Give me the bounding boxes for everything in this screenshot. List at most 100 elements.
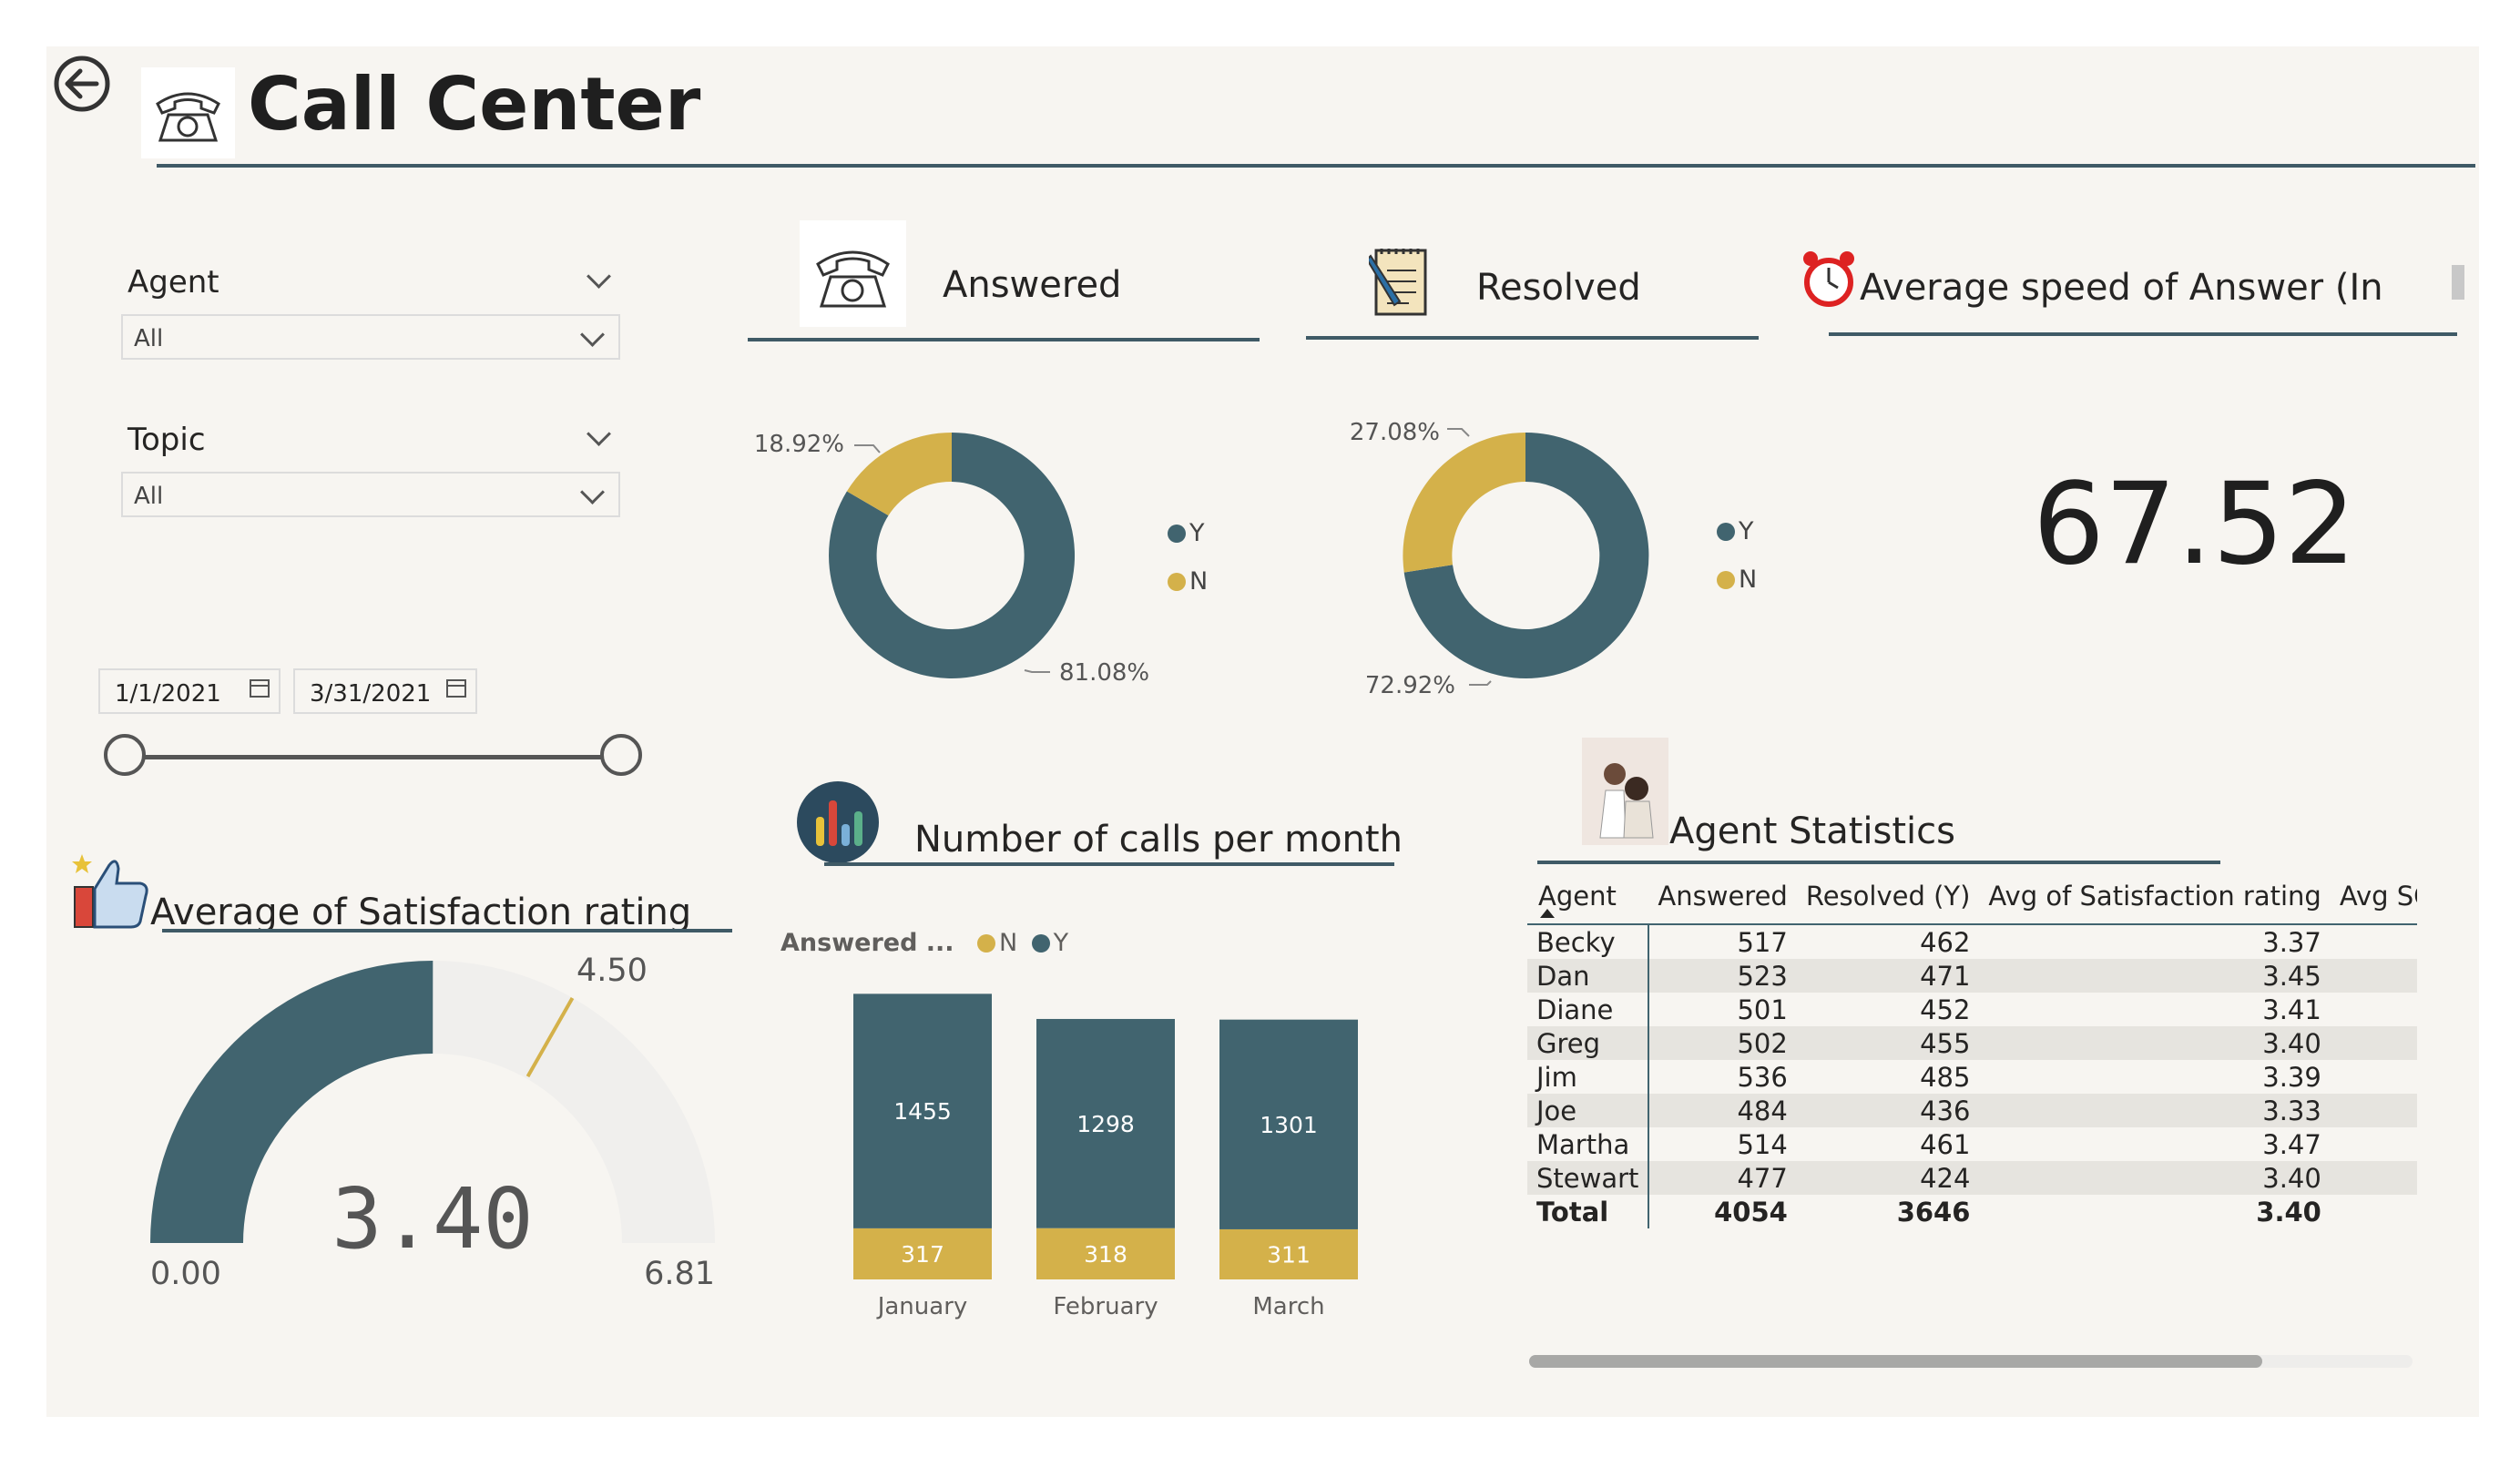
resolved-cell: 424 bbox=[1796, 1161, 1980, 1195]
notepad-icon bbox=[1369, 249, 1427, 316]
table-row[interactable]: Joe 484 436 3.33 bbox=[1527, 1094, 2417, 1127]
resolved-pct-n: 27.08% bbox=[1350, 419, 1440, 446]
column-header-avg-satisfaction[interactable]: Avg of Satisfaction rating bbox=[1979, 869, 2330, 924]
satisfaction-cell: 3.47 bbox=[2262, 1128, 2321, 1160]
avg-sc-cell bbox=[2331, 1195, 2417, 1228]
answered-cell: 477 bbox=[1648, 1161, 1797, 1195]
legend-dot bbox=[1168, 525, 1186, 543]
agent-name-cell: Dan bbox=[1527, 959, 1650, 993]
legend-label: N bbox=[1739, 565, 1758, 594]
resolved-title: Resolved bbox=[1476, 267, 1641, 309]
agent-stats-divider bbox=[1537, 861, 2220, 864]
column-header-agent[interactable]: Agent bbox=[1527, 869, 1648, 924]
calendar-icon[interactable] bbox=[250, 679, 270, 698]
agent-slicer-label: Agent bbox=[128, 264, 219, 301]
table-row[interactable]: Stewart 477 424 3.40 bbox=[1527, 1161, 2417, 1195]
start-date-value: 1/1/2021 bbox=[115, 680, 221, 708]
calls-bar-chart: 317 1455 January 318 1298 February 311 1301 Marc… bbox=[853, 993, 1358, 1320]
agent-stats-title: Agent Statistics bbox=[1669, 810, 1955, 852]
back-arrow-icon[interactable] bbox=[53, 55, 111, 113]
agent-photo bbox=[1582, 738, 1668, 845]
satisfaction-cell: 3.39 bbox=[2262, 1061, 2321, 1093]
satisfaction-cell: 3.37 bbox=[2262, 926, 2321, 958]
telephone-icon bbox=[800, 220, 906, 327]
bar-data-label: 1455 bbox=[893, 1098, 952, 1125]
date-slider-end-handle[interactable] bbox=[600, 734, 642, 776]
total-satisfaction-cell: 3.40 bbox=[2256, 1196, 2321, 1228]
table-total-row: Total 4054 3646 3.40 bbox=[1527, 1195, 2417, 1228]
agent-name-cell: Greg bbox=[1527, 1026, 1650, 1060]
satisfaction-title: Average of Satisfaction rating bbox=[150, 892, 692, 933]
legend-dot bbox=[1168, 573, 1186, 591]
resolved-legend-n: N bbox=[1717, 565, 1757, 594]
total-resolved-cell: 3646 bbox=[1896, 1196, 1971, 1228]
legend-label: Y bbox=[1739, 517, 1754, 545]
chevron-down-icon bbox=[580, 322, 605, 347]
avg-sc-cell bbox=[2330, 959, 2417, 993]
scrollbar-thumb[interactable] bbox=[1529, 1355, 2262, 1368]
bar-data-label: 318 bbox=[1084, 1241, 1127, 1268]
legend-dot bbox=[1031, 934, 1050, 953]
x-axis-tick-label: January bbox=[876, 1293, 968, 1320]
agent-stats-table-viewport: Agent Answered Resolved (Y) Avg of Satis… bbox=[1527, 869, 2417, 1242]
end-date-input[interactable]: 3/31/2021 bbox=[293, 668, 477, 714]
date-slider-track bbox=[128, 755, 624, 759]
gauge-max: 6.81 bbox=[644, 1256, 715, 1292]
column-header-resolved[interactable]: Resolved (Y) bbox=[1797, 869, 1980, 924]
legend-label: Y bbox=[1053, 929, 1069, 957]
table-row[interactable]: Dan 523 471 3.45 bbox=[1527, 959, 2417, 993]
scrollbar-thumb[interactable] bbox=[2452, 265, 2464, 300]
gauge-target: 4.50 bbox=[576, 953, 648, 989]
legend-label: N bbox=[1189, 567, 1209, 596]
resolved-cell: 471 bbox=[1796, 959, 1980, 993]
table-row[interactable]: Martha 514 461 3.47 bbox=[1527, 1127, 2417, 1161]
column-header-avg-sc[interactable]: Avg SC bbox=[2331, 869, 2417, 924]
agent-dropdown[interactable]: All bbox=[121, 314, 620, 360]
answered-donut-chart: 18.92% 81.08% bbox=[754, 431, 1149, 687]
answered-divider bbox=[748, 338, 1260, 341]
speed-title: Average speed of Answer (In bbox=[1860, 267, 2383, 309]
sort-ascending-icon[interactable] bbox=[1540, 909, 1555, 918]
answered-title: Answered bbox=[943, 264, 1122, 306]
column-header-label: Agent bbox=[1538, 881, 1617, 912]
resolved-cell: 485 bbox=[1920, 1061, 1971, 1093]
answered-cell: 517 bbox=[1737, 926, 1788, 958]
answered-cell: 514 bbox=[1737, 1128, 1788, 1160]
resolved-cell: 462 bbox=[1920, 926, 1971, 958]
bar-chart-icon bbox=[797, 781, 879, 863]
agent-stats-table: Agent Answered Resolved (Y) Avg of Satis… bbox=[1527, 869, 2417, 1228]
agent-name-cell: Jim bbox=[1527, 1060, 1650, 1094]
agent-name-cell: Diane bbox=[1527, 993, 1650, 1026]
agent-name-cell: Becky bbox=[1527, 924, 1650, 959]
total-label-cell: Total bbox=[1527, 1195, 1650, 1228]
table-row[interactable]: Diane 501 452 3.41 bbox=[1527, 993, 2417, 1026]
resolved-donut-slice-n[interactable] bbox=[1403, 433, 1525, 573]
resolved-legend-y: Y bbox=[1717, 517, 1754, 545]
satisfaction-gauge: 3.40 0.00 6.81 4.50 bbox=[150, 953, 715, 1292]
gauge-value: 3.40 bbox=[332, 1170, 534, 1268]
date-slider-start-handle[interactable] bbox=[104, 734, 146, 776]
bar-data-label: 317 bbox=[901, 1241, 944, 1268]
resolved-donut-chart: 27.08% 72.92% bbox=[1350, 419, 1649, 699]
avg-sc-cell bbox=[2330, 1026, 2417, 1060]
column-header-answered[interactable]: Answered bbox=[1648, 869, 1796, 924]
satisfaction-cell: 3.33 bbox=[1979, 1094, 2331, 1127]
horizontal-scrollbar[interactable] bbox=[1529, 1355, 2413, 1368]
avg-sc-cell bbox=[2330, 1094, 2417, 1127]
agent-name-cell: Joe bbox=[1527, 1094, 1650, 1127]
topic-dropdown[interactable]: All bbox=[121, 472, 620, 517]
speed-kpi-value: 67.52 bbox=[2033, 459, 2356, 590]
agent-name-cell: Martha bbox=[1527, 1127, 1650, 1161]
table-row[interactable]: Jim 536 485 3.39 bbox=[1527, 1060, 2417, 1094]
table-row[interactable]: Becky 517 462 3.37 bbox=[1527, 924, 2417, 959]
bar-data-label: 1301 bbox=[1260, 1112, 1318, 1138]
satisfaction-cell: 3.41 bbox=[2262, 993, 2321, 1025]
table-row[interactable]: Greg 502 455 3.40 bbox=[1527, 1026, 2417, 1060]
start-date-input[interactable]: 1/1/2021 bbox=[98, 668, 281, 714]
answered-pct-y: 81.08% bbox=[1059, 659, 1149, 687]
avg-sc-cell bbox=[2331, 924, 2417, 959]
calendar-icon[interactable] bbox=[446, 679, 466, 698]
thumbs-up-icon bbox=[72, 854, 148, 929]
resolved-cell: 452 bbox=[1920, 993, 1971, 1025]
resolved-cell: 436 bbox=[1796, 1094, 1980, 1127]
